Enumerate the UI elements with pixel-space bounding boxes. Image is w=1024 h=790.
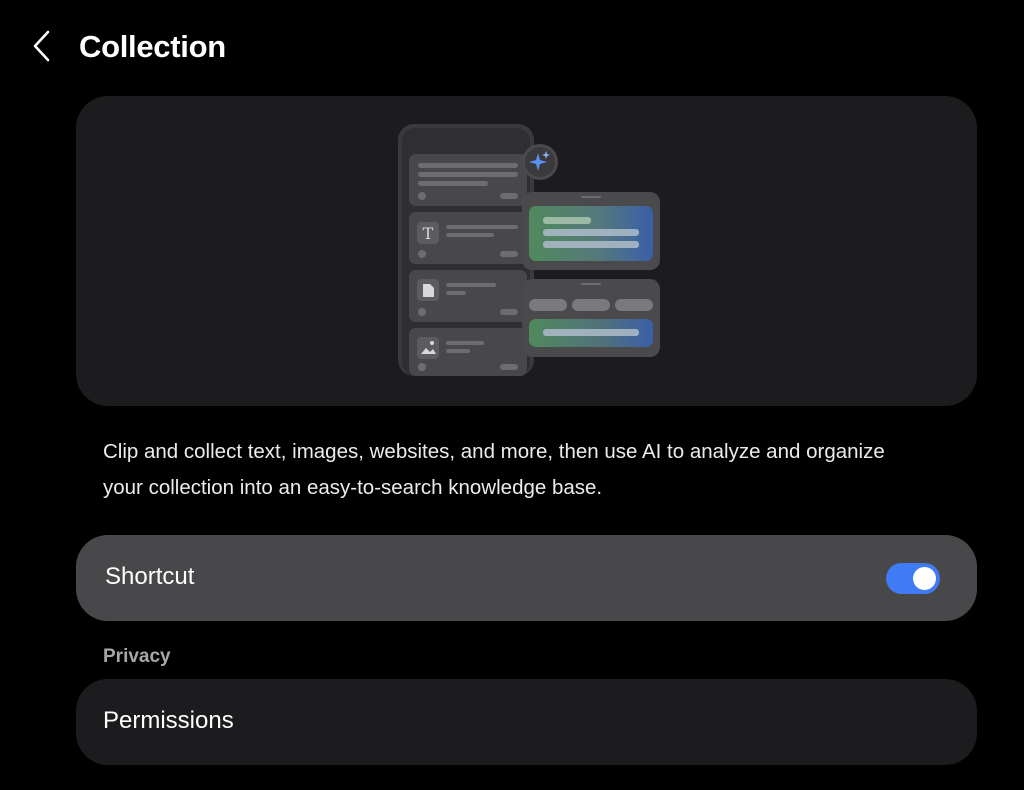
shortcut-label: Shortcut — [105, 563, 195, 590]
permissions-label: Permissions — [103, 707, 234, 734]
app-header: Collection — [0, 0, 1024, 95]
shortcut-setting[interactable]: Shortcut — [76, 535, 977, 621]
feature-description: Clip and collect text, images, websites,… — [103, 440, 885, 499]
permissions-setting[interactable]: Permissions — [76, 679, 977, 765]
hero-card: T — [76, 96, 977, 406]
collection-illustration: T — [398, 124, 660, 376]
toggle-knob — [913, 567, 936, 590]
back-button[interactable] — [22, 26, 62, 66]
page-title: Collection — [79, 29, 226, 64]
text-type-icon: T — [423, 224, 434, 243]
chevron-left-icon — [33, 30, 50, 62]
privacy-section-header: Privacy — [103, 646, 171, 667]
shortcut-toggle[interactable] — [886, 563, 940, 594]
